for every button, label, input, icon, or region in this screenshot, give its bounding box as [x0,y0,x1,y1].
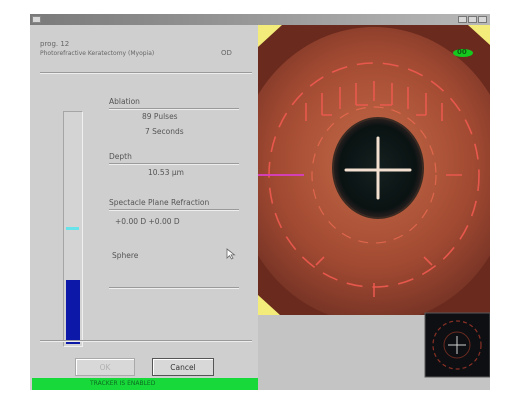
procedure-name: Photorefractive Keratectomy (Myopia) [40,50,155,57]
eye-image [236,25,512,390]
cancel-button[interactable]: Cancel [152,358,214,376]
header-divider [40,72,252,74]
ablation-divider [109,108,239,110]
seconds-value: 7 Seconds [145,127,184,136]
maximize-button[interactable] [468,16,477,23]
footer-divider [40,340,252,342]
status-bar: TRACKER IS ENABLED [32,378,258,390]
eye-camera-view: 00 [236,25,512,390]
close-button[interactable] [478,16,487,23]
gauge-fill [66,280,80,344]
depth-divider [109,163,239,165]
status-text: TRACKER IS ENABLED [90,380,156,387]
app-icon [32,16,41,23]
tracking-indicator-text: 00 [457,48,467,56]
title-bar [30,14,490,25]
sphere-divider [109,287,239,289]
depth-value: 10.53 µm [148,168,184,177]
treatment-panel: prog. 12 Photorefractive Keratectomy (My… [30,25,258,390]
program-number: prog. 12 [40,40,70,48]
mouse-pointer-icon [226,248,236,260]
ablation-label: Ablation [109,97,140,106]
pulses-value: 89 Pulses [142,112,178,121]
program-info: prog. 12 Photorefractive Keratectomy (My… [40,40,154,58]
sphere-label: Sphere [112,251,139,260]
eye-label: OD [221,49,232,57]
gauge-marker [66,227,79,230]
refraction-value: +0.00 D +0.00 D [115,217,180,226]
minimize-button[interactable] [458,16,467,23]
refraction-divider [109,209,239,211]
ablation-progress-gauge [63,111,83,347]
ok-button[interactable]: OK [75,358,135,376]
refraction-label: Spectacle Plane Refraction [109,198,210,207]
depth-label: Depth [109,152,132,161]
